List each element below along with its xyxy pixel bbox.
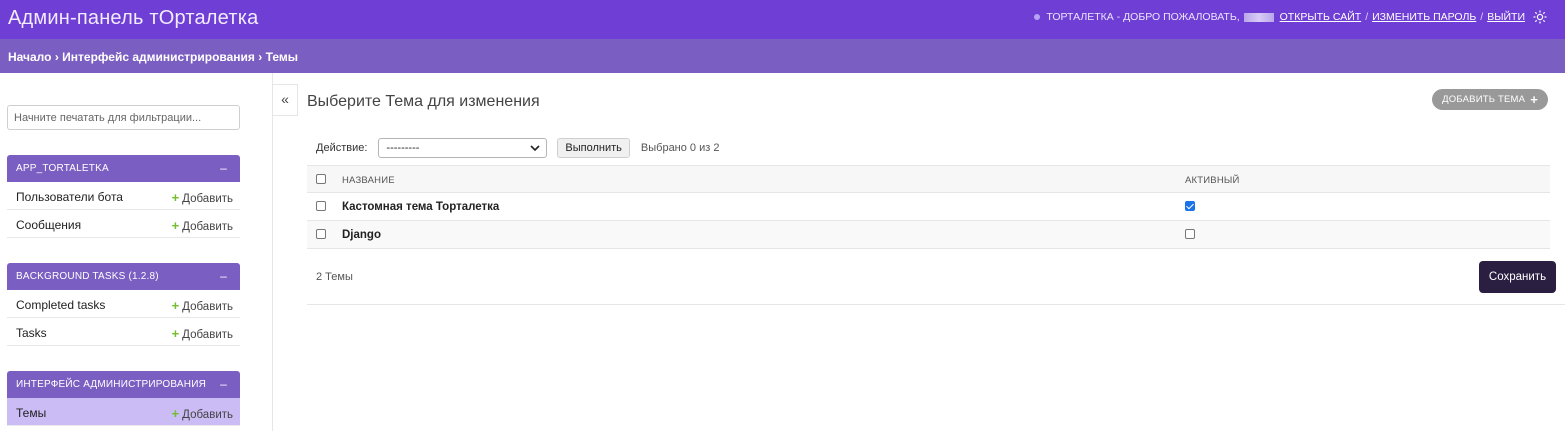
user-tools: ТОРТАЛЕТКА - ДОБРО ПОЖАЛОВАТЬ, ОТКРЫТЬ С… [1034, 10, 1547, 24]
breadcrumb-home[interactable]: Начало [8, 50, 51, 64]
action-label: Действие: [316, 142, 368, 154]
view-site-link[interactable]: ОТКРЫТЬ САЙТ [1280, 11, 1362, 23]
actions-bar: Действие: --------- Выполнить Выбрано 0 … [307, 138, 719, 158]
site-brand[interactable]: Админ-панель тОрталетка [8, 7, 258, 30]
separator: / [1480, 11, 1484, 23]
row-name-link[interactable]: Django [342, 229, 381, 241]
breadcrumb-section[interactable]: Интерфейс администрирования [62, 50, 255, 64]
welcome-text: ТОРТАЛЕТКА - ДОБРО ПОЖАЛОВАТЬ, [1046, 11, 1240, 23]
action-select-value: --------- [386, 142, 420, 154]
app-caption[interactable]: APP_TORTALETKA – [7, 155, 240, 182]
collapse-icon[interactable]: – [220, 161, 227, 175]
add-link[interactable]: + Добавить [172, 406, 233, 421]
change-password-link[interactable]: ИЗМЕНИТЬ ПАРОЛЬ [1372, 11, 1476, 23]
paginator: 2 Темы Сохранить [307, 249, 1565, 305]
sidebar-item-completed-tasks[interactable]: Completed tasks + Добавить [7, 290, 240, 318]
add-label: Добавить [182, 193, 233, 205]
results-table: НАЗВАНИЕ АКТИВНЫЙ Кастомная тема Тортале… [307, 165, 1550, 249]
save-button[interactable]: Сохранить [1479, 261, 1556, 293]
selection-counter: Выбрано 0 из 2 [640, 142, 720, 154]
app-caption-label: APP_TORTALETKA [16, 163, 109, 174]
active-checkbox [1185, 229, 1195, 239]
logout-link[interactable]: ВЫЙТИ [1487, 11, 1525, 23]
app-module-app-tortaletka: APP_TORTALETKA – Пользователи бота + Доба… [7, 155, 240, 238]
plus-icon: + [171, 326, 180, 341]
add-label: Добавить [182, 301, 233, 313]
add-theme-button[interactable]: ДОБАВИТЬ ТЕМА + [1432, 89, 1548, 110]
column-header-name[interactable]: НАЗВАНИЕ [342, 175, 395, 186]
separator: / [1365, 11, 1369, 23]
breadcrumb-sep: › [258, 50, 263, 64]
table-row: Django [307, 221, 1550, 249]
table-header: НАЗВАНИЕ АКТИВНЫЙ [307, 165, 1550, 193]
row-name-link[interactable]: Кастомная тема Торталетка [342, 201, 499, 213]
add-link[interactable]: + Добавить [172, 298, 233, 313]
user-dot-icon [1034, 14, 1041, 20]
model-link[interactable]: Пользователи бота [16, 190, 123, 204]
active-checkbox [1185, 201, 1195, 211]
add-link[interactable]: + Добавить [172, 190, 233, 205]
sidebar-item-tasks[interactable]: Tasks + Добавить [7, 318, 240, 346]
model-link[interactable]: Tasks [16, 326, 47, 340]
collapse-icon[interactable]: – [220, 269, 227, 283]
add-label: Добавить [182, 409, 233, 421]
plus-icon: + [171, 190, 180, 205]
sidebar: APP_TORTALETKA – Пользователи бота +Доба… [0, 73, 273, 431]
collapse-icon[interactable]: – [220, 377, 227, 391]
app-module-admin-interface: ИНТЕРФЕЙС АДМИНИСТРИРОВАНИЯ – Темы + Доба… [7, 371, 240, 426]
add-link[interactable]: + Добавить [172, 326, 233, 341]
plus-icon: + [171, 406, 180, 421]
select-all-checkbox[interactable] [316, 174, 326, 184]
page-title: Выберите Тема для изменения [307, 93, 540, 110]
model-link[interactable]: Сообщения [16, 218, 81, 232]
main-content: Выберите Тема для изменения ДОБАВИТЬ ТЕМ… [307, 73, 1565, 431]
row-checkbox[interactable] [316, 201, 326, 211]
column-header-active[interactable]: АКТИВНЫЙ [1185, 175, 1240, 186]
app-caption-label: BACKGROUND TASKS (1.2.8) [16, 271, 159, 282]
plus-icon: + [171, 298, 180, 313]
table-row: Кастомная тема Торталетка [307, 193, 1550, 221]
breadcrumb-current: Темы [265, 50, 298, 64]
app-caption[interactable]: ИНТЕРФЕЙС АДМИНИСТРИРОВАНИЯ – [7, 371, 240, 398]
model-link[interactable]: Темы [16, 406, 46, 420]
add-label: Добавить [182, 329, 233, 341]
row-checkbox[interactable] [316, 229, 326, 239]
add-link[interactable]: + Добавить [172, 218, 233, 233]
sidebar-item-themes[interactable]: Темы + Добавить [7, 398, 240, 426]
plus-icon: + [1530, 92, 1538, 107]
breadcrumb: Начало › Интерфейс администрирования › Т… [0, 39, 1565, 73]
app-caption[interactable]: BACKGROUND TASKS (1.2.8) – [7, 263, 240, 290]
model-link[interactable]: Completed tasks [16, 298, 105, 312]
nav-filter-input[interactable] [7, 105, 240, 130]
sun-icon[interactable] [1533, 10, 1547, 24]
run-action-button[interactable]: Выполнить [557, 138, 630, 158]
action-select[interactable]: --------- [378, 138, 548, 158]
sidebar-item-messages[interactable]: Сообщения + Добавить [7, 210, 240, 238]
app-module-background-tasks: BACKGROUND TASKS (1.2.8) – Completed tas… [7, 263, 240, 346]
sidebar-item-bot-users[interactable]: Пользователи бота + Добавить [7, 182, 240, 210]
username-redacted [1243, 12, 1274, 22]
result-count: 2 Темы [316, 271, 353, 283]
chevron-down-icon [530, 145, 540, 152]
add-label: Добавить [182, 221, 233, 233]
plus-icon: + [171, 218, 180, 233]
toggle-sidebar-button[interactable]: « [273, 84, 298, 116]
header: Админ-панель тОрталетка ТОРТАЛЕТКА - ДОБ… [0, 0, 1565, 39]
add-theme-label: ДОБАВИТЬ ТЕМА [1442, 94, 1526, 105]
breadcrumb-sep: › [54, 50, 59, 64]
app-caption-label: ИНТЕРФЕЙС АДМИНИСТРИРОВАНИЯ [16, 379, 207, 390]
